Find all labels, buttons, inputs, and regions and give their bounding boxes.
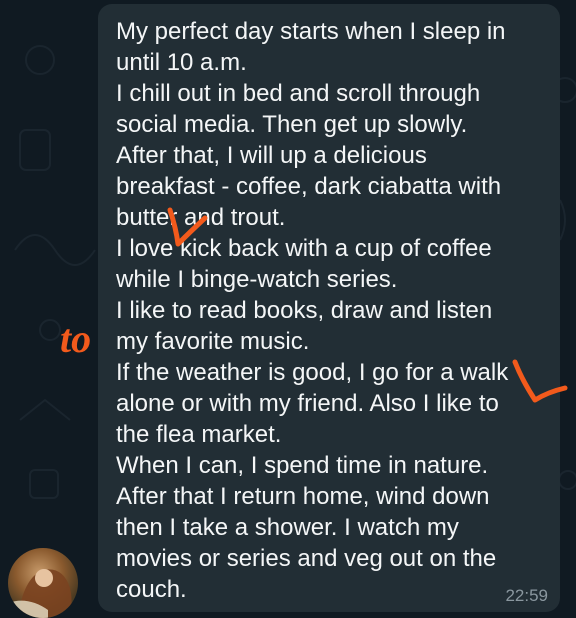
message-line: butter and trout. — [116, 204, 286, 231]
message-line: until 10 a.m. — [116, 49, 247, 76]
message-timestamp: 22:59 — [505, 586, 548, 605]
message-line: then I take a shower. I watch my — [116, 514, 459, 541]
message-line: After that I return home, wind down — [116, 483, 490, 510]
message-line: After that, I will up a delicious — [116, 142, 427, 169]
message-line: alone or with my friend. Also I like to — [116, 390, 499, 417]
message-line: the flea market. — [116, 421, 282, 448]
avatar-image — [8, 569, 72, 618]
message-line: social media. Then get up slowly. — [116, 111, 468, 138]
message-line: while I binge-watch series. — [116, 266, 398, 293]
message-line: couch. — [116, 576, 187, 603]
message-line: I chill out in bed and scroll through — [116, 80, 481, 107]
message-line: If the weather is good, I go for a walk — [116, 359, 509, 386]
message-line: movies or series and veg out on the — [116, 545, 497, 572]
message-bubble[interactable]: My perfect day starts when I sleep in un… — [98, 4, 560, 612]
message-line: my favorite music. — [116, 328, 310, 355]
message-line: I like to read books, draw and listen — [116, 297, 493, 324]
message-line: I love kick back with a cup of coffee — [116, 235, 492, 262]
message-line: When I can, I spend time in nature. — [116, 452, 489, 479]
message-text: My perfect day starts when I sleep in un… — [116, 16, 548, 605]
message-line: breakfast - coffee, dark ciabatta with — [116, 173, 502, 200]
avatar[interactable] — [8, 548, 78, 618]
message-line: My perfect day starts when I sleep in — [116, 18, 506, 45]
